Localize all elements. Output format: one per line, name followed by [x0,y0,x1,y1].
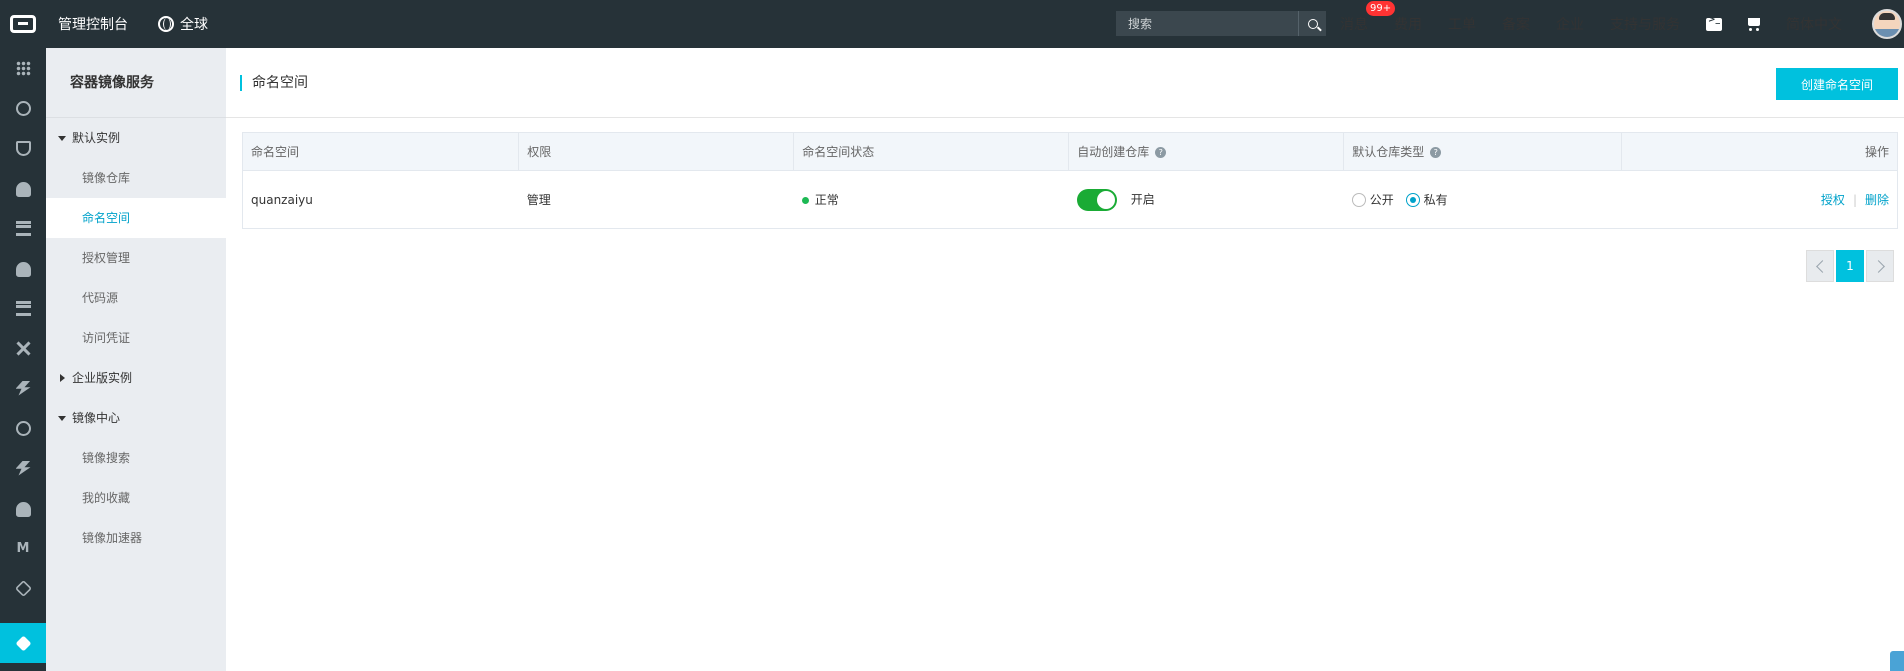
separator: | [1852,193,1857,207]
sidebar-group-enterprise-instance[interactable]: 企业版实例 [46,358,226,398]
sidebar-group-default-instance[interactable]: 默认实例 [46,118,226,158]
network-icon[interactable] [0,328,46,368]
cell-status: 正常 [793,170,1069,229]
feedback-widget-icon[interactable] [1890,651,1904,671]
server-icon[interactable] [0,288,46,328]
sidebar-item-accelerator[interactable]: 镜像加速器 [46,518,226,558]
sidebar-item-code-source[interactable]: 代码源 [46,278,226,318]
region-label: 全球 [180,17,208,33]
sidebar-item-access-credentials[interactable]: 访问凭证 [46,318,226,358]
nav-enterprise[interactable]: 企业 [1556,14,1584,34]
col-header-actions: 操作 [1620,132,1899,171]
create-namespace-button[interactable]: 创建命名空间 [1776,68,1898,100]
help-icon[interactable]: ? [1430,147,1442,158]
globe-icon[interactable] [0,88,46,128]
page-header: 命名空间 创建命名空间 [226,48,1904,118]
sidebar-item-repositories[interactable]: 镜像仓库 [46,158,226,198]
cloud-icon[interactable] [0,168,46,208]
m-icon[interactable]: M [0,528,46,568]
region-selector[interactable]: 全球 [158,14,208,34]
col-header-namespace: 命名空间 [241,132,520,171]
delete-link[interactable]: 删除 [1865,193,1889,207]
table-row: quanzaiyu 管理 正常 开启 公开 私有 授权 | 删除 [242,170,1898,229]
search-icon [1307,18,1318,29]
col-header-status: 命名空间状态 [793,132,1070,171]
status-label: 正常 [814,193,839,207]
nav-icp-filing[interactable]: 备案 [1502,14,1530,34]
col-header-repo-type: 默认仓库类型? [1343,132,1622,171]
page-title: 命名空间 [240,75,308,91]
next-page-button[interactable] [1866,250,1894,282]
prev-page-button[interactable] [1806,250,1834,282]
table-header-row: 命名空间 权限 命名空间状态 自动创建仓库? 默认仓库类型? 操作 [241,132,1899,171]
cell-actions: 授权 | 删除 [1621,170,1898,229]
sidebar-group-label: 镜像中心 [72,411,121,425]
status-dot-icon [801,197,809,204]
sidebar-item-favorites[interactable]: 我的收藏 [46,478,226,518]
sidebar-item-namespaces[interactable]: 命名空间 [46,198,226,238]
search-input[interactable] [1116,16,1298,31]
cell-namespace: quanzaiyu [242,170,519,229]
console-title[interactable]: 管理控制台 [58,14,128,34]
function-icon[interactable] [0,448,46,488]
all-products-icon[interactable] [0,48,46,88]
user-avatar[interactable] [1872,9,1902,39]
search-button[interactable] [1298,11,1326,36]
sidebar-group-label: 企业版实例 [72,371,133,385]
radio-public[interactable] [1351,192,1366,207]
nav-messages[interactable]: 消息 99+ [1340,1,1396,34]
caret-down-icon [58,135,66,141]
cloud-storage-icon[interactable] [0,248,46,288]
cell-permission: 管理 [518,170,794,229]
sidebar-item-authorization[interactable]: 授权管理 [46,238,226,278]
aliyun-logo-icon[interactable] [0,0,46,48]
col-header-permission: 权限 [518,132,795,171]
auto-create-toggle[interactable] [1076,188,1117,211]
radio-private[interactable] [1405,192,1420,207]
radio-private-label: 私有 [1423,193,1448,207]
service-title: 容器镜像服务 [46,48,226,118]
service-sidebar: 容器镜像服务 默认实例 镜像仓库 命名空间 授权管理 代码源 访问凭证 企业版实… [46,48,226,671]
product-icon-rail: M [0,48,46,671]
shield-icon[interactable] [0,128,46,168]
database-icon[interactable] [0,208,46,248]
cell-auto-create: 开启 [1068,170,1344,229]
container-registry-icon[interactable] [0,623,46,663]
main-content: 命名空间 创建命名空间 命名空间 权限 命名空间状态 自动创建仓库? 默认仓库类… [226,48,1904,671]
messages-label: 消息 [1340,17,1368,33]
authorize-link[interactable]: 授权 [1821,193,1845,207]
chevron-right-icon [1871,259,1885,273]
container-icon[interactable] [0,568,46,608]
namespace-table: 命名空间 权限 命名空间状态 自动创建仓库? 默认仓库类型? 操作 quanza… [241,132,1899,229]
nav-billing[interactable]: 费用 [1394,14,1422,34]
dns-icon[interactable] [0,408,46,448]
sidebar-item-image-search[interactable]: 镜像搜索 [46,438,226,478]
nav-tickets[interactable]: 工单 [1448,14,1476,34]
radio-public-label: 公开 [1369,193,1394,207]
chevron-left-icon [1815,259,1829,273]
cdn-icon[interactable] [0,368,46,408]
col-header-auto-create-label: 自动创建仓库 [1077,145,1150,159]
page-number-current[interactable]: 1 [1836,250,1864,282]
top-nav: 消息 99+ 费用 工单 备案 企业 支持与服务 简体中文 [1340,0,1866,48]
cloud-upload-icon[interactable] [0,488,46,528]
sidebar-group-image-center[interactable]: 镜像中心 [46,398,226,438]
cell-repo-type: 公开 私有 [1343,170,1622,229]
col-header-repo-type-label: 默认仓库类型 [1352,145,1425,159]
help-icon[interactable]: ? [1155,147,1167,158]
globe-icon [158,16,174,32]
language-selector[interactable]: 简体中文 [1786,14,1842,34]
caret-down-icon [58,415,66,421]
caret-right-icon [60,374,65,382]
auto-create-label: 开启 [1130,192,1155,206]
pagination: 1 [1806,250,1896,282]
terminal-icon[interactable] [1706,15,1722,31]
messages-badge: 99+ [1366,1,1396,16]
cart-icon[interactable] [1746,17,1762,31]
nav-support[interactable]: 支持与服务 [1610,14,1680,34]
global-search [1116,11,1326,36]
col-header-auto-create: 自动创建仓库? [1068,132,1345,171]
sidebar-group-label: 默认实例 [72,131,121,145]
